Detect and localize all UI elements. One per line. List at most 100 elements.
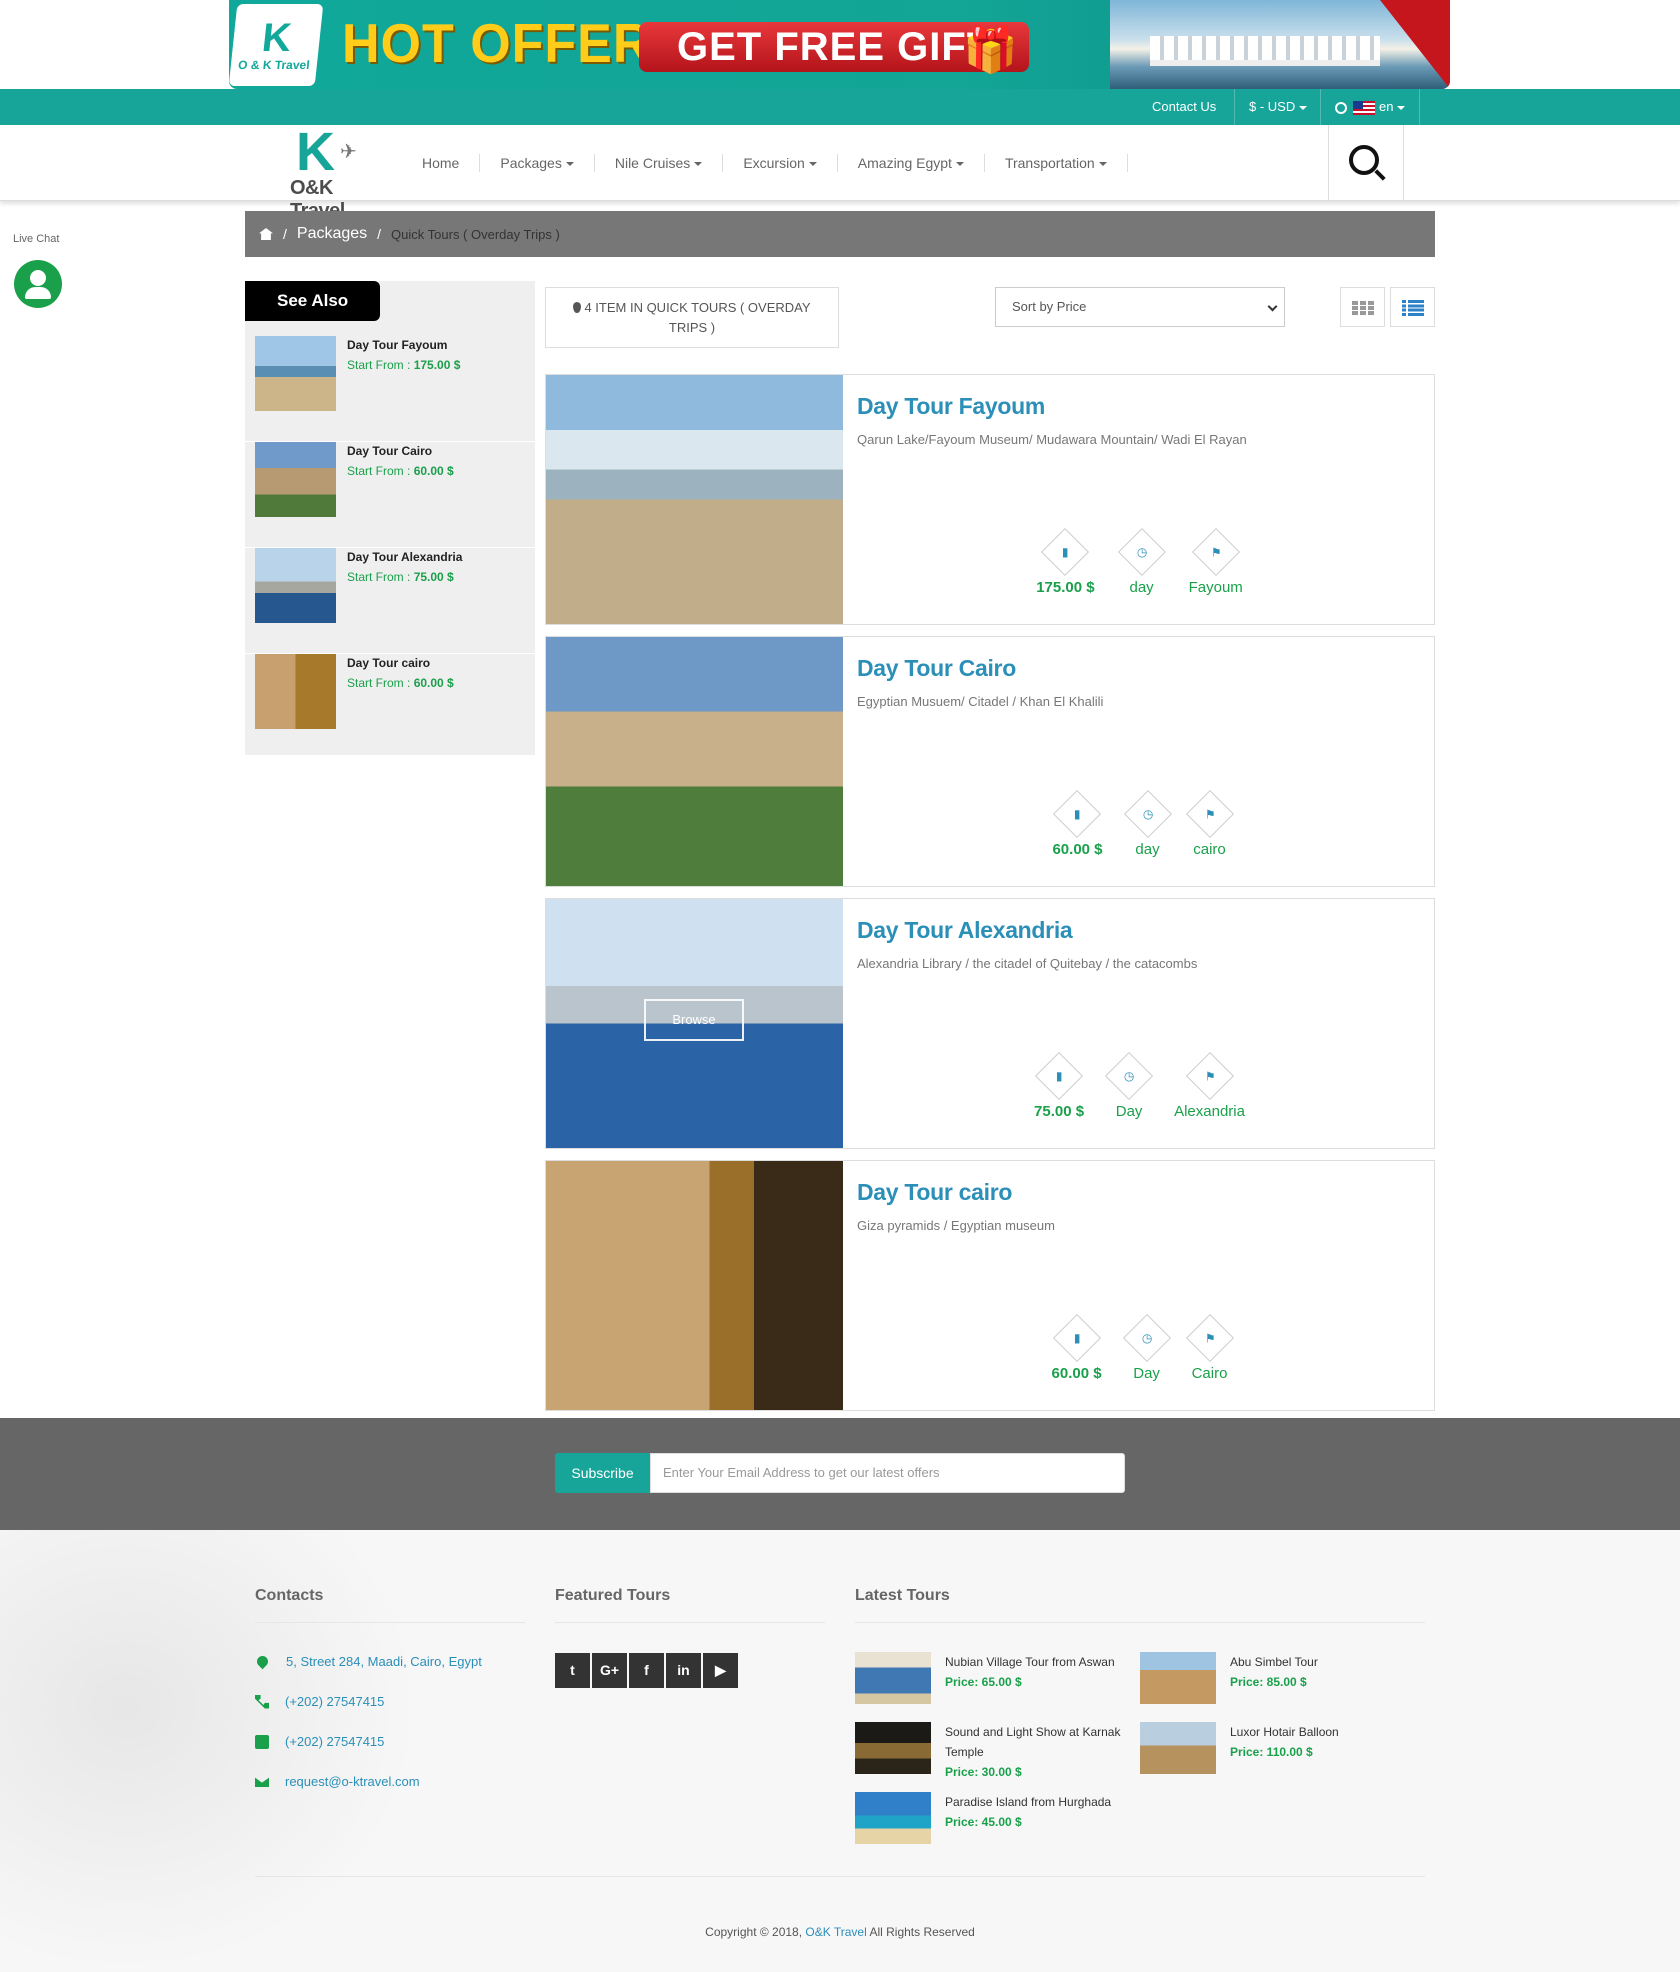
tour-card[interactable]: Day Tour cairo Giza pyramids / Egyptian … [545,1160,1435,1411]
home-icon[interactable] [259,228,273,240]
cruise-ship-image [1110,0,1450,89]
sidebar-item[interactable]: Day Tour Cairo Start From : 60.00 $ [245,442,535,548]
tour-title[interactable]: Day Tour Cairo [857,655,1016,682]
tour-price: 175.00 $ [1036,579,1095,596]
sidebar-item[interactable]: Day Tour Fayoum Start From : 175.00 $ [245,336,535,442]
gift-box-icon: 🎁 [963,26,1019,75]
tour-thumbnail [855,1652,931,1704]
linkedin-icon[interactable]: in [666,1653,701,1688]
globe-icon [1335,101,1347,114]
chevron-down-icon [1267,301,1278,312]
latest-tour-item[interactable]: Nubian Village Tour from Aswan Price: 65.… [855,1652,1135,1708]
copyright: Copyright © 2018, O&K Travel All Rights … [705,1925,975,1939]
tour-card[interactable]: Day Tour Fayoum Qarun Lake/Fayoum Museum… [545,374,1435,625]
tour-image[interactable] [546,375,843,624]
price-tag-icon: ▮ [1052,1313,1101,1363]
price-tag-icon: ▮ [1053,789,1102,839]
sort-select[interactable]: Sort by Price [995,287,1285,327]
google-plus-icon[interactable]: G+ [592,1653,627,1688]
see-also-title: See Also [245,281,380,321]
tour-thumbnail [255,548,336,623]
latest-tour-item[interactable]: Luxor Hotair Balloon Price: 110.00 $ [1140,1722,1420,1778]
list-view-button[interactable] [1390,287,1435,327]
sidebar-item[interactable]: Day Tour Alexandria Start From : 75.00 $ [245,548,535,654]
tour-thumbnail [255,654,336,729]
latest-tour-item[interactable]: Sound and Light Show at Karnak Temple Pri… [855,1722,1135,1782]
live-chat-button[interactable] [14,260,62,308]
breadcrumb-packages[interactable]: Packages [297,225,367,243]
chevron-down-icon [808,162,817,167]
tour-card[interactable]: Browse Day Tour Alexandria Alexandria Li… [545,898,1435,1149]
search-button[interactable] [1328,125,1404,201]
latest-tour-item[interactable]: Paradise Island from Hurghada Price: 45.0… [855,1792,1135,1848]
tour-image[interactable]: Browse [546,899,843,1148]
language-dropdown[interactable]: en [1320,89,1421,125]
promo-banner[interactable]: K O & K Travel HOT OFFER GET FREE GIFT 🎁 [229,0,1450,89]
nav-item-home[interactable]: Home [402,154,481,172]
nav-item-excursion[interactable]: Excursion [723,154,838,172]
nav-menu: Home Packages Nile Cruises Excursion Ama… [402,125,1128,201]
nav-item-nile-cruises[interactable]: Nile Cruises [595,154,724,172]
nav-item-amazing-egypt[interactable]: Amazing Egypt [838,154,985,172]
contacts-heading: Contacts [255,1587,324,1604]
map-marker-icon [254,1653,271,1670]
clock-icon: ◷ [1123,789,1172,839]
main-navbar: K ✈ O&K Travel Home Packages Nile Cruise… [0,125,1680,222]
tour-price: 60.00 $ [1051,1365,1102,1382]
tour-stats: ▮ 60.00 $ ◷ Day ⚑ Cairo [843,1313,1436,1382]
chevron-down-icon [565,162,574,167]
contact-fax: (+202) 27547415 [255,1734,384,1749]
latest-tour-item[interactable]: Abu Simbel Tour Price: 85.00 $ [1140,1652,1420,1708]
us-flag-icon [1353,100,1375,115]
tour-image[interactable] [546,637,843,886]
nav-item-transportation[interactable]: Transportation [985,154,1128,172]
site-logo[interactable]: K ✈ O&K Travel [290,125,382,222]
tour-thumbnail [255,442,336,517]
location-icon: ⚑ [1191,527,1240,577]
tour-duration: day [1129,579,1154,596]
tour-description: Alexandria Library / the citadel of Quit… [857,956,1198,971]
browse-button[interactable]: Browse [644,999,744,1041]
chevron-down-icon [1299,105,1308,110]
grid-view-button[interactable] [1340,287,1385,327]
tour-title[interactable]: Day Tour Alexandria [857,917,1073,944]
plane-icon: ✈ [340,141,357,163]
chevron-down-icon [1098,162,1107,167]
contact-email[interactable]: request@o-ktravel.com [255,1774,420,1789]
tour-duration: day [1135,841,1160,858]
tour-thumbnail [1140,1652,1216,1704]
tour-card[interactable]: Day Tour Cairo Egyptian Musuem/ Citadel … [545,636,1435,887]
contact-phone[interactable]: (+202) 27547415 [255,1694,384,1709]
price-tag-icon: ▮ [1041,527,1090,577]
twitter-icon[interactable]: t [555,1653,590,1688]
email-field[interactable]: Enter Your Email Address to get our late… [650,1453,1125,1493]
tour-title[interactable]: Day Tour Fayoum [857,393,1045,420]
tour-title[interactable]: Day Tour cairo [857,1179,1012,1206]
clock-icon: ◷ [1105,1051,1154,1101]
tour-duration: Day [1133,1365,1160,1382]
map-marker-icon [573,302,582,313]
location-icon: ⚑ [1185,1313,1234,1363]
tour-location: cairo [1193,841,1226,858]
grid-icon [1352,301,1374,315]
location-icon: ⚑ [1185,789,1234,839]
subscribe-button[interactable]: Subscribe [555,1453,650,1493]
tour-price: 60.00 $ [1052,841,1103,858]
facebook-icon[interactable]: f [629,1653,664,1688]
sidebar-item[interactable]: Day Tour cairo Start From : 60.00 $ [245,654,535,760]
currency-dropdown[interactable]: $ - USD [1234,89,1321,125]
youtube-icon[interactable]: ▶ [703,1653,738,1688]
tour-description: Egyptian Musuem/ Citadel / Khan El Khali… [857,694,1104,709]
nav-item-packages[interactable]: Packages [480,154,595,172]
contact-us-link[interactable]: Contact Us [1138,89,1230,125]
tour-duration: Day [1115,1103,1143,1120]
clock-icon: ◷ [1122,1313,1171,1363]
ribbon-icon [1380,0,1450,89]
copyright-brand-link[interactable]: O&K Travel [805,1925,866,1939]
tour-image[interactable] [546,1161,843,1410]
contact-address: 5, Street 284, Maadi, Cairo, Egypt [254,1653,482,1670]
chevron-down-icon [694,162,703,167]
see-also-sidebar: See Also Day Tour Fayoum Start From : 17… [245,281,535,755]
hot-offer-text: HOT OFFER [342,13,652,75]
location-icon: ⚑ [1185,1051,1234,1101]
